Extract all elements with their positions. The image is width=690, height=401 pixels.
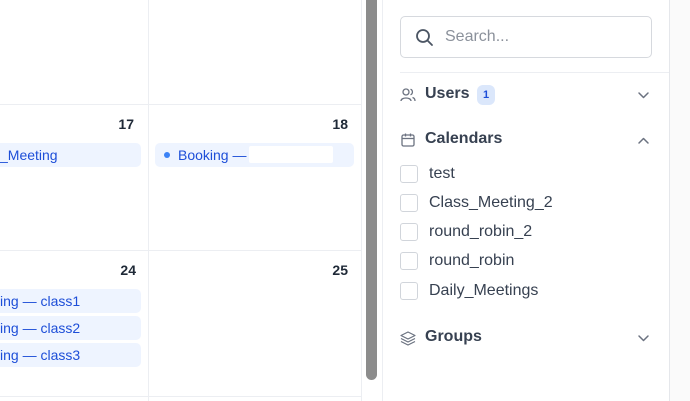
event-meeting[interactable]: _Meeting — [0, 143, 141, 167]
search-box[interactable] — [400, 16, 652, 58]
calendar-checkbox[interactable] — [400, 223, 418, 241]
calendar-checkbox[interactable] — [400, 165, 418, 183]
calendar-filter-item[interactable]: round_robin — [400, 250, 620, 272]
users-icon — [400, 87, 416, 108]
calendar-label: Daily_Meetings — [429, 282, 539, 299]
day-number-25[interactable]: 25 — [310, 262, 348, 278]
grid-row-divider — [0, 250, 362, 251]
grid-row-divider — [0, 396, 362, 397]
event-booking-class1[interactable]: ing — class1 — [0, 289, 141, 313]
event-title-redacted — [249, 146, 333, 163]
day-number-17[interactable]: 17 — [96, 116, 134, 132]
users-count-badge: 1 — [477, 85, 495, 105]
calendars-section-header[interactable]: Calendars — [400, 127, 654, 153]
event-title: _Meeting — [0, 147, 58, 163]
event-title: Booking — — [178, 147, 247, 163]
layers-icon — [400, 330, 416, 351]
event-title: ing — class2 — [0, 320, 81, 336]
calendar-filter-item[interactable]: Class_Meeting_2 — [400, 192, 620, 214]
calendar-label: Class_Meeting_2 — [429, 194, 553, 211]
calendar-label: test — [429, 165, 455, 182]
users-section-title: Users — [425, 85, 470, 102]
calendar-icon — [400, 132, 416, 153]
event-booking[interactable]: Booking — — [155, 143, 354, 167]
grid-column-divider — [148, 0, 149, 401]
search-input[interactable] — [445, 17, 645, 57]
calendar-checkbox[interactable] — [400, 252, 418, 270]
event-title: ing — class3 — [0, 347, 81, 363]
users-section-header[interactable]: Users 1 — [400, 82, 654, 108]
calendar-checkbox[interactable] — [400, 282, 418, 300]
section-divider — [400, 72, 669, 73]
calendar-filter-item[interactable]: round_robin_2 — [400, 221, 620, 243]
day-number-24[interactable]: 24 — [96, 262, 136, 278]
grid-row-divider — [0, 104, 362, 105]
calendar-label: round_robin — [429, 252, 515, 269]
event-booking-class2[interactable]: ing — class2 — [0, 316, 141, 340]
chevron-down-icon[interactable] — [637, 89, 650, 107]
calendar-month-grid: 17 18 24 25 _Meeting Booking — ing — cla… — [0, 0, 362, 401]
day-number-18[interactable]: 18 — [310, 116, 348, 132]
chevron-up-icon[interactable] — [637, 134, 650, 152]
search-icon — [415, 28, 434, 52]
event-dot-icon — [164, 152, 170, 158]
event-booking-class3[interactable]: ing — class3 — [0, 343, 141, 367]
groups-section-title: Groups — [425, 328, 482, 345]
calendar-scrollbar-thumb[interactable] — [366, 0, 377, 380]
window-edge — [670, 0, 690, 401]
event-title: ing — class1 — [0, 293, 81, 309]
calendar-filter-item[interactable]: Daily_Meetings — [400, 280, 620, 302]
calendar-label: round_robin_2 — [429, 223, 533, 240]
chevron-down-icon[interactable] — [637, 332, 650, 350]
calendar-filter-item[interactable]: test — [400, 163, 620, 185]
groups-section-header[interactable]: Groups — [400, 325, 654, 351]
calendars-section-title: Calendars — [425, 130, 503, 147]
calendar-checkbox[interactable] — [400, 194, 418, 212]
